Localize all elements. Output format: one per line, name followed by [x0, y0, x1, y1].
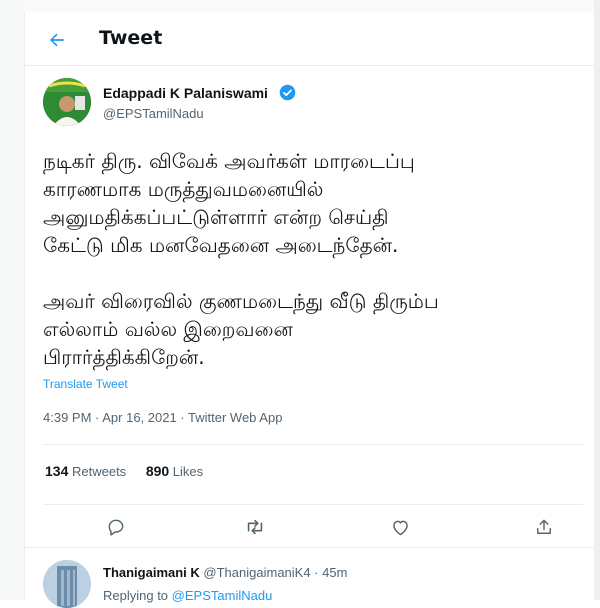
like-icon	[392, 520, 408, 535]
retweets-stat[interactable]: 134 Retweets	[45, 463, 126, 479]
divider	[25, 547, 600, 548]
tweet-meta[interactable]: 4:39 PM · Apr 16, 2021 · Twitter Web App	[43, 410, 282, 425]
avatar[interactable]	[43, 78, 91, 126]
verified-badge-icon	[279, 84, 296, 101]
tweet-column: Tweet Edappadi K Palaniswami @EPSTamilNa…	[24, 12, 600, 608]
reply-author-handle-time[interactable]: @ThanigaimaniK4 · 45m	[203, 565, 347, 580]
replying-to-link[interactable]: @EPSTamilNadu	[172, 588, 273, 603]
tweet-actions	[25, 512, 600, 542]
scrollbar[interactable]	[594, 0, 600, 600]
retweets-count: 134	[45, 463, 69, 479]
tweet-stats: 134 Retweets 890 Likes	[45, 463, 219, 479]
tweet-text: நடிகர் திரு. விவேக் அவர்கள் மாரடைப்பு கா…	[43, 149, 439, 369]
author-name[interactable]: Edappadi K Palaniswami	[103, 85, 268, 101]
reply-author-line: Thanigaimani K @ThanigaimaniK4 · 45m	[103, 565, 347, 580]
share-button[interactable]	[529, 512, 559, 542]
translate-tweet-link[interactable]: Translate Tweet	[43, 377, 128, 391]
share-icon	[537, 519, 551, 534]
likes-stat[interactable]: 890 Likes	[146, 463, 203, 479]
reply-author-name[interactable]: Thanigaimani K	[103, 565, 200, 580]
retweets-label: Retweets	[71, 464, 127, 479]
page-title: Tweet	[99, 27, 163, 49]
replying-to-line: Replying to @EPSTamilNadu	[103, 588, 272, 603]
likes-count: 890	[145, 463, 170, 479]
reply-icon	[108, 519, 124, 536]
reply-avatar[interactable]	[43, 560, 91, 608]
retweet-icon	[247, 519, 263, 535]
top-strip	[24, 0, 600, 12]
reply-button[interactable]	[101, 512, 131, 542]
like-button[interactable]	[385, 512, 415, 542]
divider	[43, 444, 583, 445]
divider	[43, 504, 583, 505]
back-button[interactable]	[43, 26, 71, 54]
replying-label: Replying to	[103, 588, 169, 603]
retweet-button[interactable]	[240, 512, 270, 542]
author-handle[interactable]: @EPSTamilNadu	[103, 106, 204, 121]
page-header: Tweet	[25, 12, 600, 66]
likes-label: Likes	[172, 464, 204, 479]
avatar-image	[43, 78, 91, 126]
reply-avatar-image	[43, 560, 91, 608]
back-arrow-icon	[50, 33, 64, 47]
left-margin	[0, 0, 24, 600]
